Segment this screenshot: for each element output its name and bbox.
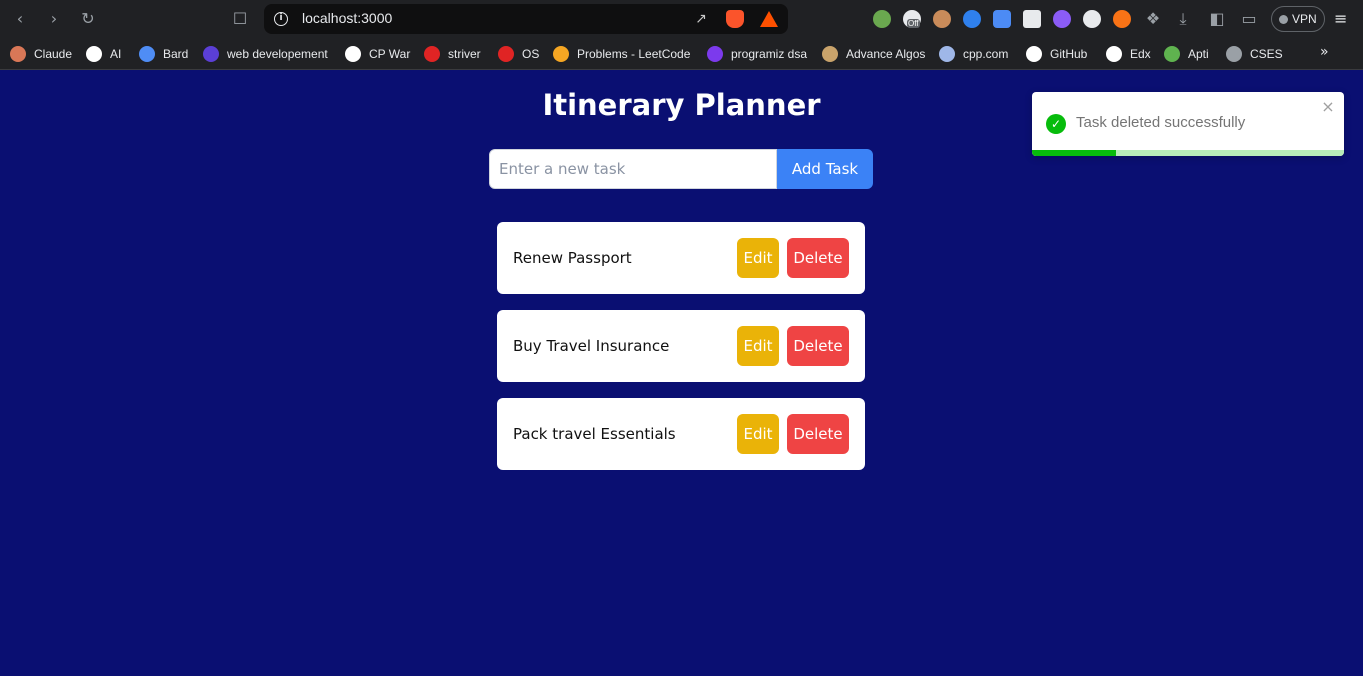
bookmark-favicon-icon: [1106, 46, 1122, 62]
bookmark-item[interactable]: striver: [424, 44, 481, 64]
bookmark-label: AI: [110, 47, 122, 61]
bookmark-item[interactable]: AI: [86, 44, 121, 64]
bookmark-favicon-icon: [1226, 46, 1242, 62]
brave-rewards-icon[interactable]: [760, 11, 778, 27]
sidebar-toggle-icon[interactable]: ◧: [1207, 9, 1227, 29]
bookmark-favicon-icon: [203, 46, 219, 62]
extension-blue-icon[interactable]: [963, 10, 981, 28]
bookmark-label: Claude: [34, 47, 73, 61]
bookmark-label: Advance Algos: [846, 47, 926, 61]
add-task-button[interactable]: Add Task: [777, 149, 873, 189]
task-label: Pack travel Essentials: [513, 425, 676, 443]
extension-off-badge: Off: [907, 19, 920, 28]
downloads-icon[interactable]: ⤓: [1173, 9, 1193, 29]
wallet-icon[interactable]: ▭: [1239, 9, 1259, 29]
browser-toolbar: ‹ › ↻ ☐ i localhost:3000 ↗ Off ❖ ⤓ ◧ ▭ V…: [0, 0, 1363, 38]
bookmark-item[interactable]: Apti: [1164, 44, 1209, 64]
extension-flame-icon[interactable]: [1053, 10, 1071, 28]
task-label: Buy Travel Insurance: [513, 337, 670, 355]
toast-notification: ✓ Task deleted successfully ×: [1032, 92, 1344, 156]
vpn-button[interactable]: VPN: [1271, 6, 1325, 32]
address-bar[interactable]: i localhost:3000 ↗: [264, 4, 788, 34]
bookmark-favicon-icon: [86, 46, 102, 62]
bookmark-label: Apti: [1188, 47, 1209, 61]
bookmark-favicon-icon: [498, 46, 514, 62]
edit-button[interactable]: Edit: [737, 414, 779, 454]
edit-button[interactable]: Edit: [737, 326, 779, 366]
bookmark-label: GitHub: [1050, 47, 1088, 61]
back-icon[interactable]: ‹: [10, 9, 30, 29]
bookmark-item[interactable]: Edx: [1106, 44, 1151, 64]
bookmark-favicon-icon: [707, 46, 723, 62]
extension-owl-icon[interactable]: [933, 10, 951, 28]
edit-button[interactable]: Edit: [737, 238, 779, 278]
bookmark-label: CSES: [1250, 47, 1283, 61]
bookmark-label: OS: [522, 47, 540, 61]
brave-shields-icon[interactable]: [726, 10, 744, 28]
bookmark-label: cpp.com: [963, 47, 1009, 61]
bookmark-item[interactable]: CP War: [345, 44, 410, 64]
delete-button[interactable]: Delete: [787, 414, 849, 454]
bookmark-item[interactable]: cpp.com: [939, 44, 1008, 64]
bookmark-item[interactable]: OS: [498, 44, 539, 64]
extension-orange-icon[interactable]: [1113, 10, 1131, 28]
delete-button[interactable]: Delete: [787, 238, 849, 278]
bookmark-label: Problems - LeetCode: [577, 47, 691, 61]
bookmark-icon[interactable]: ☐: [230, 9, 250, 29]
bookmark-favicon-icon: [939, 46, 955, 62]
bookmark-favicon-icon: [139, 46, 155, 62]
bookmark-favicon-icon: [424, 46, 440, 62]
success-check-icon: ✓: [1046, 114, 1066, 134]
extension-off-icon[interactable]: Off: [903, 10, 921, 28]
bookmark-label: striver: [448, 47, 481, 61]
forward-icon[interactable]: ›: [44, 9, 64, 29]
bookmark-label: programiz dsa: [731, 47, 808, 61]
bookmarks-overflow-icon[interactable]: »: [1320, 44, 1329, 60]
bookmark-favicon-icon: [1026, 46, 1042, 62]
bookmark-item[interactable]: programiz dsa: [707, 44, 807, 64]
url-text[interactable]: localhost:3000: [302, 10, 392, 26]
extension-panda-icon[interactable]: [1083, 10, 1101, 28]
extension-screen-icon[interactable]: [993, 10, 1011, 28]
reload-icon[interactable]: ↻: [78, 9, 98, 29]
bookmarks-bar: Claude AI Bard web developement CP War strive…: [0, 38, 1363, 70]
bookmark-favicon-icon: [1164, 46, 1180, 62]
bookmark-item[interactable]: Advance Algos: [822, 44, 925, 64]
bookmark-item[interactable]: Claude: [10, 44, 72, 64]
bookmark-label: Edx: [1130, 47, 1151, 61]
toast-progress-bar: [1032, 150, 1117, 156]
extension-plus-icon[interactable]: [873, 10, 891, 28]
bookmark-favicon-icon: [553, 46, 569, 62]
menu-icon[interactable]: ≡: [1334, 9, 1350, 29]
delete-button[interactable]: Delete: [787, 326, 849, 366]
toast-message: Task deleted successfully: [1076, 114, 1246, 131]
bookmark-favicon-icon: [10, 46, 26, 62]
bookmark-label: web developement: [227, 47, 328, 61]
bookmark-favicon-icon: [822, 46, 838, 62]
task-card: Pack travel Essentials Edit Delete: [497, 398, 865, 470]
notion-icon[interactable]: [1023, 10, 1041, 28]
close-icon[interactable]: ×: [1320, 98, 1336, 116]
extensions-puzzle-icon[interactable]: ❖: [1143, 9, 1163, 29]
bookmark-item[interactable]: web developement: [203, 44, 328, 64]
task-card: Buy Travel Insurance Edit Delete: [497, 310, 865, 382]
bookmark-label: CP War: [369, 47, 411, 61]
task-label: Renew Passport: [513, 249, 632, 267]
site-info-icon[interactable]: i: [274, 12, 288, 26]
task-card: Renew Passport Edit Delete: [497, 222, 865, 294]
new-task-input[interactable]: [489, 149, 777, 189]
bookmark-item[interactable]: CSES: [1226, 44, 1283, 64]
bookmark-item[interactable]: GitHub: [1026, 44, 1087, 64]
bookmark-label: Bard: [163, 47, 189, 61]
share-icon[interactable]: ↗: [692, 10, 710, 28]
bookmark-item[interactable]: Bard: [139, 44, 188, 64]
bookmark-favicon-icon: [345, 46, 361, 62]
bookmark-item[interactable]: Problems - LeetCode: [553, 44, 690, 64]
